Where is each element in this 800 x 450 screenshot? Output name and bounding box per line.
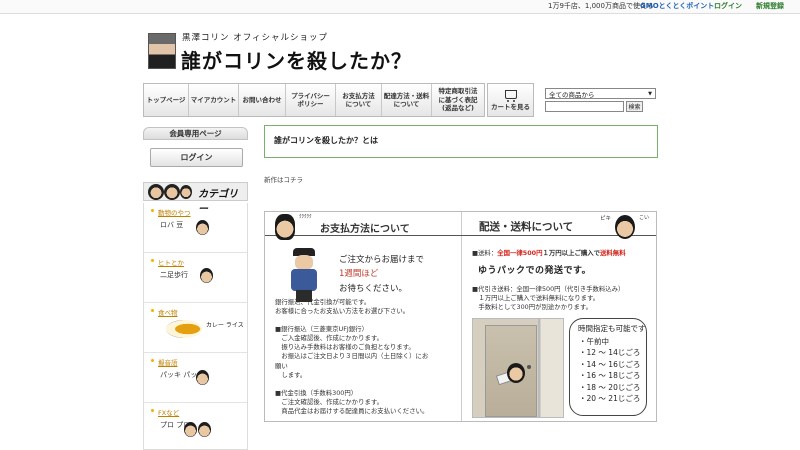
- door-delivery-photo: [472, 318, 564, 418]
- bullet-icon: [151, 309, 154, 312]
- payment-text: 銀行振込、代金引換が可能です。 お客様に合ったお支払い方法をお選び下さい。 ■銀…: [275, 298, 457, 416]
- nav-privacy-policy[interactable]: プライバシー ポリシー: [286, 84, 336, 116]
- bullet-icon: [151, 209, 154, 212]
- category-select-value: 全ての商品から: [549, 90, 595, 99]
- time-slot-title: 時間指定も可能です: [578, 324, 646, 333]
- column-divider: [461, 212, 462, 421]
- shipping-flat-fee: 全国一律500円: [497, 249, 543, 257]
- face-illustration: [198, 422, 211, 437]
- delivery-note-highlight: 1週間ほど: [339, 269, 379, 280]
- face-illustration: [275, 214, 295, 240]
- top-register-link[interactable]: 新規登録: [756, 1, 784, 11]
- nav-my-account[interactable]: マイアカウント: [189, 84, 239, 116]
- face-illustration: [196, 220, 209, 235]
- bullet-icon: [151, 359, 154, 362]
- nav-top-page[interactable]: トップページ: [144, 84, 189, 116]
- category-link[interactable]: 食べ物: [158, 307, 178, 317]
- category-caption: 二足歩行: [160, 271, 188, 279]
- time-slot-box: 時間指定も可能です ・午前中 ・12 〜 14じごろ ・14 〜 16じごろ ・…: [569, 318, 647, 416]
- nav-shipping[interactable]: 配達方法・送料 について: [382, 84, 432, 116]
- time-slot: ・18 〜 20じごろ: [579, 382, 641, 392]
- cod-shipping-text: ■代引き送料：全国一律500円（代引き手数料込み） １万円以上ご購入で送料無料に…: [472, 285, 625, 312]
- payment-paragraph: ■代金引換（手数料300円） ご注文確認後、作成にかかります。 商品代金はお届け…: [275, 388, 429, 415]
- member-page-heading: 会員専用ページ: [143, 127, 248, 140]
- sidebar-login-button[interactable]: ログイン: [150, 148, 243, 167]
- global-nav: トップページ マイアカウント お問い合わせ プライバシー ポリシー お支払方法 …: [143, 83, 485, 117]
- category-item-onomatopoeia[interactable]: 擬音語 パッキ パッキ: [144, 353, 247, 403]
- category-item-food[interactable]: 食べ物 カレー ライス: [144, 303, 247, 353]
- sound-note: ｸｸｸｸｸ: [299, 214, 312, 220]
- time-slot: ・14 〜 16じごろ: [579, 359, 641, 369]
- face-illustration: [200, 268, 213, 283]
- shipping-threshold: １万円以上ご購入で: [542, 249, 601, 257]
- time-slot: ・20 〜 21じごろ: [579, 393, 641, 403]
- payment-paragraph: ■銀行振込（三菱東京UFJ銀行） ご入金確認後、作成にかかります。 振り込み手数…: [275, 325, 429, 379]
- category-item-people[interactable]: ヒトとか 二足歩行: [144, 253, 247, 303]
- time-slot: ・16 〜 18じごろ: [579, 371, 641, 381]
- curry-rice-illustration: [166, 320, 202, 338]
- top-login-link[interactable]: ログイン: [714, 1, 742, 11]
- category-link[interactable]: 動物のやつ: [158, 207, 191, 217]
- face-illustration: [184, 422, 197, 437]
- category-list: 動物のやつ ロバ 豆 ヒトとか 二足歩行 食べ物 カレー ライス 擬音語 パッキ…: [143, 203, 248, 450]
- category-caption: ロバ 豆: [160, 221, 184, 229]
- top-bar: 1万9千店、1,000万商品で使える GMOとくとくポイント ログイン 新規登録: [0, 0, 800, 14]
- nav-payment-method[interactable]: お支払方法 について: [336, 84, 382, 116]
- delivery-note-line: お待ちください。: [339, 283, 408, 294]
- category-caption: カレー ライス: [206, 322, 244, 329]
- sound-note: ピキ: [600, 216, 612, 222]
- face-illustration: [196, 370, 209, 385]
- guide-panel: ｸｸｸｸｸ お支払方法について ご注文からお届けまで 1週間ほど お待ちください…: [264, 211, 657, 422]
- shipping-heading: 配送・送料について: [479, 221, 574, 233]
- category-link[interactable]: FXなど: [158, 407, 179, 417]
- category-banner: カテゴリー: [143, 182, 248, 215]
- search-button[interactable]: 検索: [626, 101, 643, 112]
- sound-note: こい: [639, 215, 650, 221]
- face-illustration: [148, 184, 164, 200]
- shipping-fee-line: ■送料：全国一律500円１万円以上ご購入で送料無料: [472, 249, 654, 258]
- bullet-icon: [151, 409, 154, 412]
- about-box: 誰がコリンを殺したか？とは: [264, 125, 658, 158]
- category-item-animals[interactable]: 動物のやつ ロバ 豆: [144, 203, 247, 253]
- postman-illustration: [289, 248, 319, 304]
- time-slot-list: ・午前中 ・12 〜 14じごろ ・14 〜 16じごろ ・16 〜 18じごろ…: [579, 336, 640, 404]
- category-link[interactable]: 擬音語: [158, 357, 178, 367]
- face-illustration: [180, 185, 192, 199]
- view-cart-label: カートを見る: [491, 102, 530, 111]
- shipping-free-label: 送料無料: [600, 249, 626, 257]
- category-link[interactable]: ヒトとか: [158, 257, 184, 267]
- new-works-link[interactable]: 新作はコチラ: [264, 174, 303, 184]
- dropdown-arrow-icon: ▼: [648, 90, 652, 97]
- bullet-icon: [151, 259, 154, 262]
- shipping-fee-prefix: ■送料：: [472, 249, 498, 257]
- time-slot: ・12 〜 14じごろ: [579, 348, 641, 358]
- search-input[interactable]: [545, 101, 624, 112]
- time-slot: ・午前中: [579, 337, 609, 346]
- face-illustration: [615, 215, 635, 239]
- category-select[interactable]: 全ての商品から ▼: [545, 88, 656, 99]
- about-title: 誰がコリンを殺したか？とは: [274, 136, 378, 145]
- delivery-note-line: ご注文からお届けまで: [339, 255, 425, 265]
- shop-logo-photo[interactable]: [148, 33, 176, 69]
- promo-text: 1万9千店、1,000万商品で使える: [548, 2, 654, 10]
- view-cart-button[interactable]: カートを見る: [487, 83, 534, 117]
- gmo-point-logo[interactable]: GMOとくとくポイント: [640, 1, 714, 11]
- shop-subtitle: 黒澤コリン オフィシャルショップ: [182, 33, 329, 43]
- nav-legal-notice[interactable]: 特定商取引法 に基づく表記 (返品など): [432, 84, 484, 116]
- cart-icon: [504, 89, 517, 102]
- face-illustration: [164, 184, 180, 200]
- shop-title[interactable]: 誰がコリンを殺したか？: [181, 45, 412, 74]
- heading-rule: [265, 235, 656, 236]
- payment-heading: お支払方法について: [320, 224, 410, 235]
- category-item-fx[interactable]: FXなど プロ プロ: [144, 403, 247, 450]
- yu-pack-note: ゆうパックでの発送です。: [478, 266, 592, 276]
- payment-paragraph: 銀行振込、代金引換が可能です。 お客様に合ったお支払い方法をお選び下さい。: [275, 298, 410, 316]
- nav-contact[interactable]: お問い合わせ: [239, 84, 286, 116]
- delivery-time-note: ご注文からお届けまで 1週間ほど お待ちください。: [339, 253, 424, 296]
